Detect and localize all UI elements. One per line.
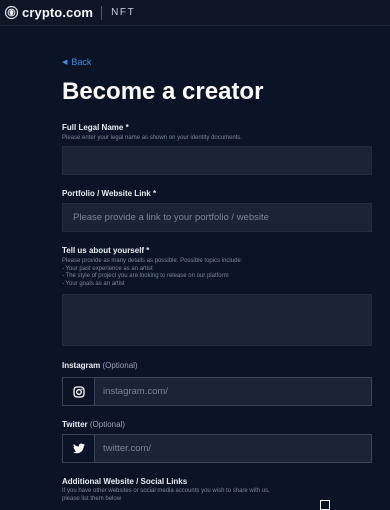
twitter-optional-text: (Optional): [89, 420, 125, 429]
page-title: Become a creator: [62, 78, 264, 105]
instagram-label: Instagram (Optional): [62, 361, 138, 370]
about-label: Tell us about yourself *: [62, 246, 150, 255]
brand-name[interactable]: crypto.com: [22, 5, 93, 20]
portfolio-label: Portfolio / Website Link *: [62, 189, 157, 198]
instagram-label-text: Instagram: [62, 361, 101, 370]
instagram-icon: [62, 377, 94, 406]
twitter-field: twitter.com/: [62, 434, 372, 463]
instagram-field: instagram.com/: [62, 377, 372, 406]
legal-name-input[interactable]: [62, 146, 372, 175]
additional-links-help-line-2: please list them below: [62, 496, 122, 502]
checkbox-icon[interactable]: [320, 500, 330, 510]
about-help-line-4: - Your goals as an artist: [62, 280, 125, 287]
additional-links-label: Additional Website / Social Links: [62, 477, 188, 486]
back-label: Back: [71, 57, 92, 67]
twitter-icon: [62, 434, 94, 463]
portfolio-input[interactable]: Please provide a link to your portfolio …: [62, 203, 372, 232]
twitter-label: Twitter (Optional): [62, 420, 125, 429]
about-help-line-2: - Your past experience as an artist: [62, 265, 153, 272]
about-help-line-1: Please provide as many details as possib…: [62, 258, 243, 264]
legal-name-label: Full Legal Name *: [62, 123, 129, 132]
additional-links-help-line-1: If you have other websites or social med…: [62, 488, 270, 494]
crypto-com-logo-icon[interactable]: [4, 6, 18, 20]
twitter-label-text: Twitter: [62, 420, 88, 429]
chevron-left-icon: ◀: [62, 59, 68, 66]
legal-name-help: Please enter your legal name as shown on…: [62, 135, 243, 141]
instagram-optional-text: (Optional): [102, 361, 138, 370]
about-help-line-3: - The style of project you are looking t…: [62, 273, 229, 279]
about-textarea[interactable]: [62, 294, 372, 346]
header-divider: [101, 5, 103, 20]
top-navigation-bar: crypto.com NFT: [0, 0, 390, 26]
back-link[interactable]: ◀ Back: [62, 57, 91, 67]
instagram-input[interactable]: instagram.com/: [94, 377, 372, 406]
twitter-input[interactable]: twitter.com/: [94, 434, 372, 463]
section-label-nft[interactable]: NFT: [111, 7, 135, 18]
